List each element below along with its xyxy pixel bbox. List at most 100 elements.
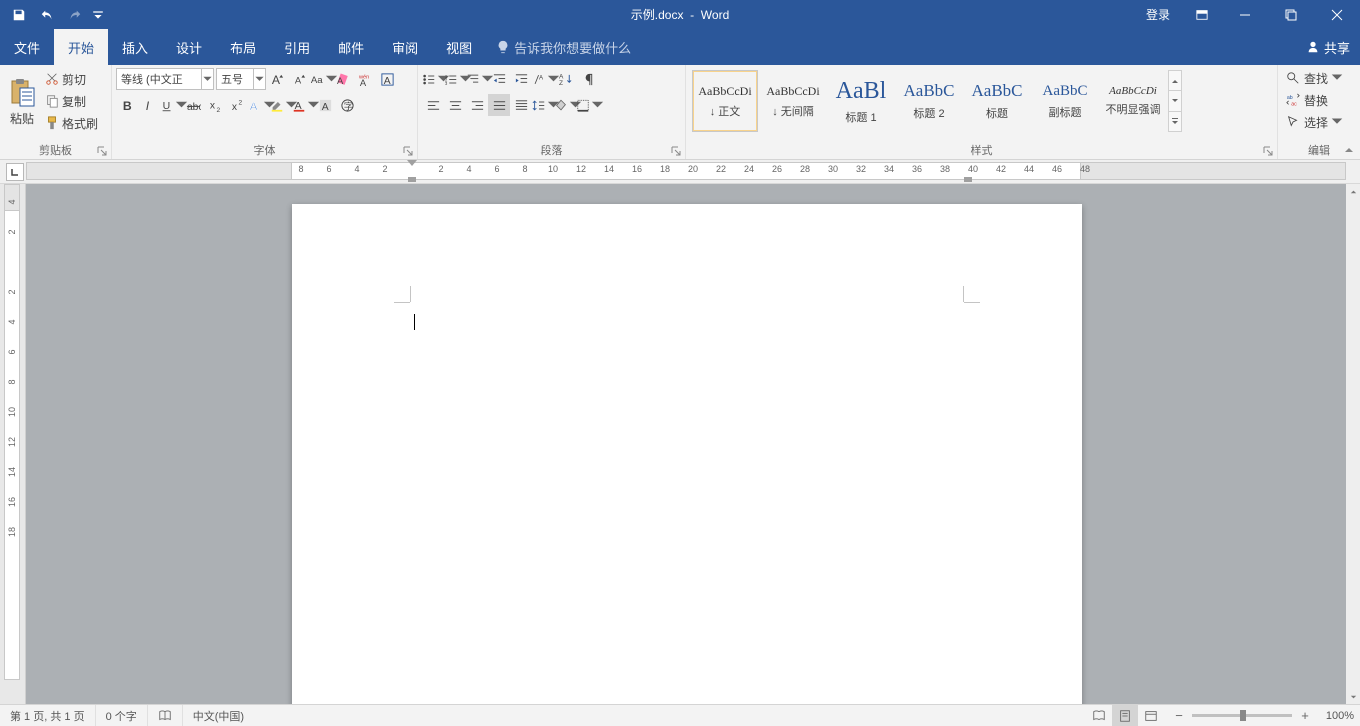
phonetic-guide-button[interactable]: wénA bbox=[354, 68, 376, 90]
format-painter-button[interactable]: 格式刷 bbox=[42, 112, 101, 134]
first-line-indent-marker[interactable] bbox=[407, 160, 417, 166]
numbering-button[interactable]: 123 bbox=[444, 68, 466, 90]
cut-button[interactable]: 剪切 bbox=[42, 68, 101, 90]
save-button[interactable] bbox=[8, 4, 30, 26]
text-effects-button[interactable]: A bbox=[248, 94, 270, 116]
language-status[interactable]: 中文(中国) bbox=[183, 705, 254, 726]
word-count-status[interactable]: 0 个字 bbox=[96, 705, 148, 726]
horizontal-ruler[interactable]: 8642246810121416182022242628303234363840… bbox=[26, 162, 1346, 180]
align-left-button[interactable] bbox=[422, 94, 444, 116]
ribbon-display-button[interactable] bbox=[1182, 0, 1222, 29]
tab-view[interactable]: 视图 bbox=[432, 29, 486, 65]
vertical-ruler[interactable]: 4224681012141618 bbox=[0, 184, 26, 704]
font-size-combo[interactable]: 五号 bbox=[216, 68, 254, 90]
tab-selector[interactable] bbox=[6, 163, 24, 181]
font-color-button[interactable]: A bbox=[292, 94, 314, 116]
shading-button[interactable] bbox=[554, 94, 576, 116]
share-button[interactable]: 共享 bbox=[1306, 29, 1350, 65]
zoom-in-button[interactable]: + bbox=[1298, 708, 1312, 723]
line-spacing-button[interactable] bbox=[532, 94, 554, 116]
read-mode-button[interactable] bbox=[1086, 705, 1112, 726]
zoom-slider-thumb[interactable] bbox=[1240, 710, 1246, 721]
character-border-button[interactable]: A bbox=[376, 68, 398, 90]
copy-button[interactable]: 复制 bbox=[42, 90, 101, 112]
tab-insert[interactable]: 插入 bbox=[108, 29, 162, 65]
bold-button[interactable]: B bbox=[116, 94, 138, 116]
find-button[interactable]: 查找 bbox=[1282, 67, 1342, 89]
tab-file[interactable]: 文件 bbox=[0, 29, 54, 65]
asian-layout-button[interactable]: A bbox=[532, 68, 554, 90]
tab-mailings[interactable]: 邮件 bbox=[324, 29, 378, 65]
font-name-dropdown[interactable] bbox=[202, 68, 214, 90]
change-case-button[interactable]: Aa bbox=[310, 68, 332, 90]
zoom-out-button[interactable]: − bbox=[1172, 708, 1186, 723]
underline-button[interactable]: U bbox=[160, 94, 182, 116]
page[interactable] bbox=[292, 204, 1082, 704]
bullets-button[interactable] bbox=[422, 68, 444, 90]
enclose-char-button[interactable]: 字 bbox=[336, 94, 358, 116]
close-button[interactable] bbox=[1314, 0, 1360, 29]
style-item[interactable]: AaBbCcDi不明显强调 bbox=[1100, 70, 1166, 132]
tell-me-search[interactable]: 告诉我你想要做什么 bbox=[496, 29, 631, 65]
clipboard-dialog-launcher[interactable] bbox=[97, 146, 109, 158]
login-button[interactable]: 登录 bbox=[1134, 0, 1182, 29]
highlight-button[interactable] bbox=[270, 94, 292, 116]
strikethrough-button[interactable]: abc bbox=[182, 94, 204, 116]
grow-font-button[interactable]: A bbox=[266, 68, 288, 90]
minimize-button[interactable] bbox=[1222, 0, 1268, 29]
style-item[interactable]: AaBl标题 1 bbox=[828, 70, 894, 132]
styles-gallery-scroll[interactable] bbox=[1168, 70, 1182, 132]
scroll-down-button[interactable] bbox=[1346, 690, 1360, 704]
style-item[interactable]: AaBbCcDi↓ 无间隔 bbox=[760, 70, 826, 132]
tab-references[interactable]: 引用 bbox=[270, 29, 324, 65]
align-right-button[interactable] bbox=[466, 94, 488, 116]
hanging-indent-marker[interactable] bbox=[408, 177, 416, 182]
distributed-button[interactable] bbox=[510, 94, 532, 116]
styles-dialog-launcher[interactable] bbox=[1263, 146, 1275, 158]
web-layout-button[interactable] bbox=[1138, 705, 1164, 726]
superscript-button[interactable]: x2 bbox=[226, 94, 248, 116]
replace-button[interactable]: abac替换 bbox=[1282, 89, 1332, 111]
italic-button[interactable]: I bbox=[138, 94, 160, 116]
collapse-ribbon-button[interactable] bbox=[1340, 143, 1358, 157]
tab-layout[interactable]: 布局 bbox=[216, 29, 270, 65]
style-item[interactable]: AaBbC副标题 bbox=[1032, 70, 1098, 132]
document-scroll-area[interactable] bbox=[26, 184, 1346, 704]
show-marks-button[interactable] bbox=[576, 68, 598, 90]
increase-indent-button[interactable] bbox=[510, 68, 532, 90]
print-layout-button[interactable] bbox=[1112, 705, 1138, 726]
select-button[interactable]: 选择 bbox=[1282, 111, 1342, 133]
sort-button[interactable]: AZ bbox=[554, 68, 576, 90]
font-name-combo[interactable]: 等线 (中文正 bbox=[116, 68, 202, 90]
decrease-indent-button[interactable] bbox=[488, 68, 510, 90]
font-dialog-launcher[interactable] bbox=[403, 146, 415, 158]
tab-home[interactable]: 开始 bbox=[54, 29, 108, 65]
char-shading-button[interactable]: A bbox=[314, 94, 336, 116]
paste-button[interactable]: 粘贴 bbox=[4, 68, 40, 136]
vertical-scrollbar[interactable] bbox=[1346, 184, 1360, 704]
page-number-status[interactable]: 第 1 页, 共 1 页 bbox=[0, 705, 96, 726]
tab-review[interactable]: 审阅 bbox=[378, 29, 432, 65]
style-item[interactable]: AaBbC标题 bbox=[964, 70, 1030, 132]
multilevel-list-button[interactable] bbox=[466, 68, 488, 90]
align-center-button[interactable] bbox=[444, 94, 466, 116]
borders-button[interactable] bbox=[576, 94, 598, 116]
justify-button[interactable] bbox=[488, 94, 510, 116]
right-indent-marker[interactable] bbox=[964, 177, 972, 182]
style-item[interactable]: AaBbC标题 2 bbox=[896, 70, 962, 132]
clear-formatting-button[interactable]: A bbox=[332, 68, 354, 90]
qat-customize-button[interactable] bbox=[92, 4, 104, 26]
zoom-level[interactable]: 100% bbox=[1320, 710, 1360, 722]
zoom-slider[interactable] bbox=[1192, 714, 1292, 717]
shrink-font-button[interactable]: A bbox=[288, 68, 310, 90]
undo-button[interactable] bbox=[36, 4, 58, 26]
maximize-button[interactable] bbox=[1268, 0, 1314, 29]
font-size-dropdown[interactable] bbox=[254, 68, 266, 90]
redo-button[interactable] bbox=[64, 4, 86, 26]
tab-design[interactable]: 设计 bbox=[162, 29, 216, 65]
spellcheck-status[interactable] bbox=[148, 705, 183, 726]
subscript-button[interactable]: x2 bbox=[204, 94, 226, 116]
scroll-up-button[interactable] bbox=[1346, 184, 1360, 198]
paragraph-dialog-launcher[interactable] bbox=[671, 146, 683, 158]
style-item[interactable]: AaBbCcDi↓ 正文 bbox=[692, 70, 758, 132]
